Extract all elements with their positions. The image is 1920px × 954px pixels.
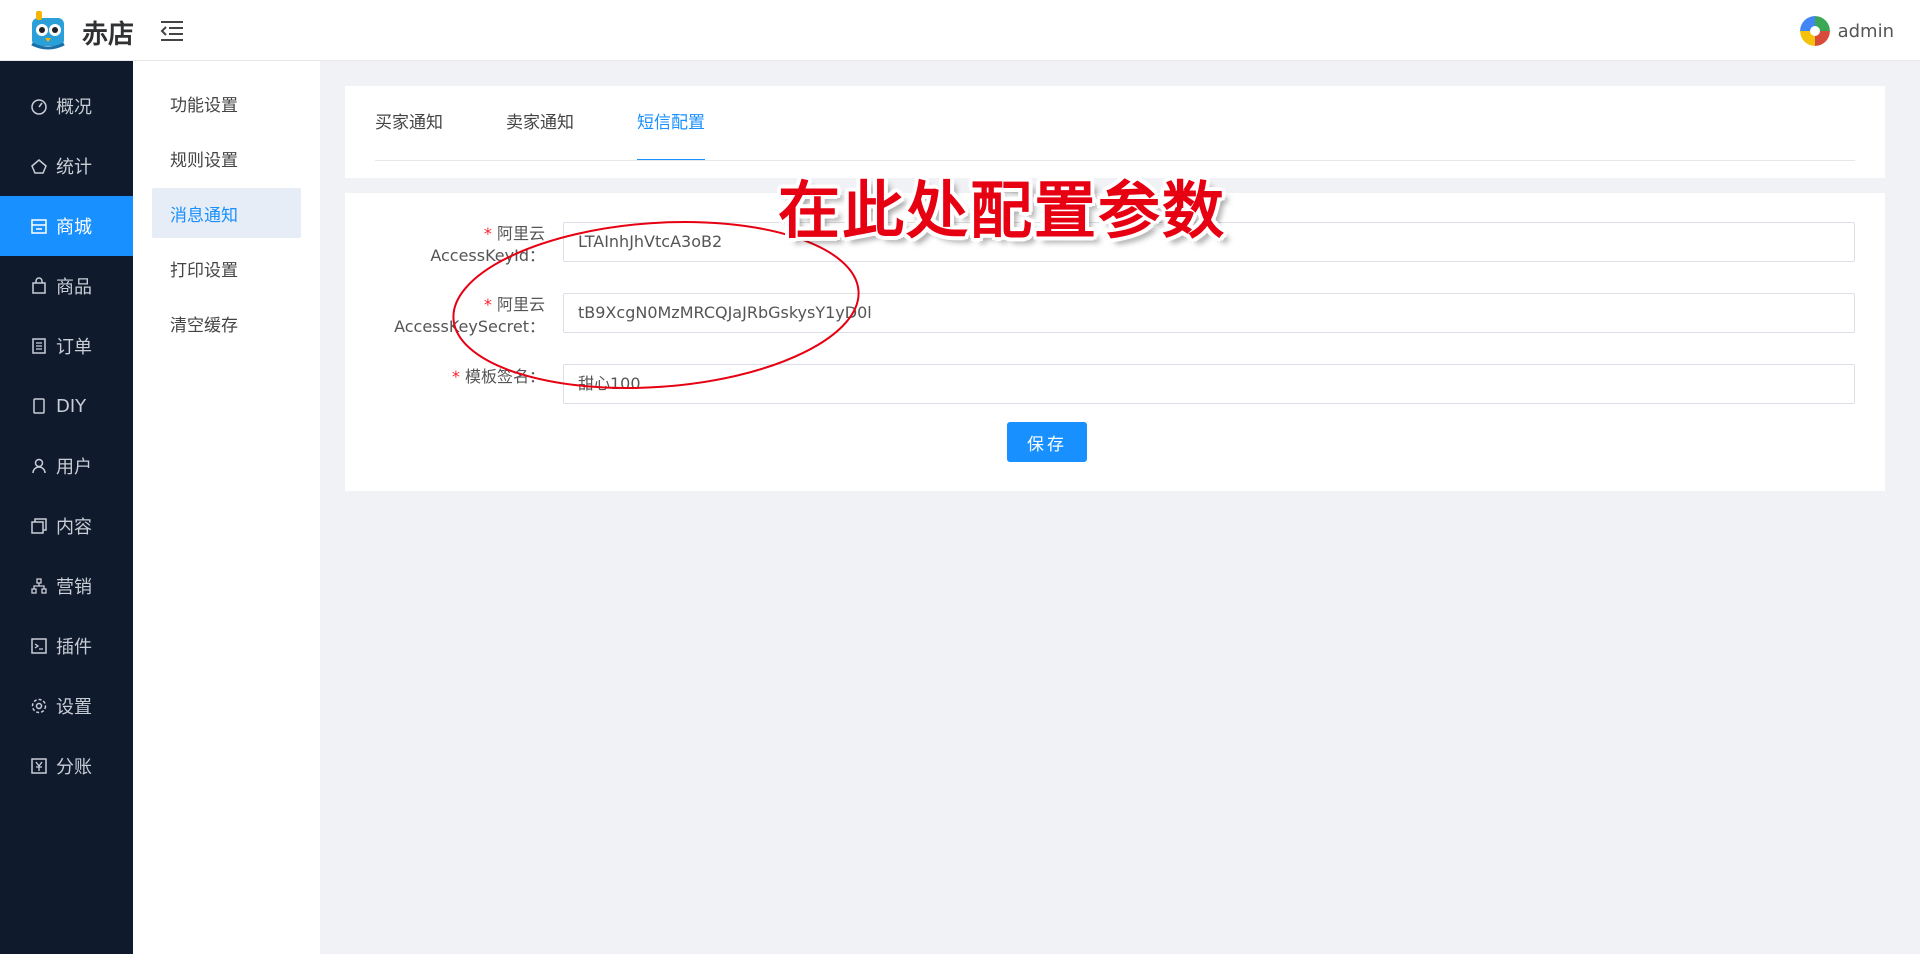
sidebar-item-orders[interactable]: 订单 [0,316,133,376]
store-icon [31,219,47,234]
tab-sms-config[interactable]: 短信配置 [637,86,705,161]
sidebar-item-label: 统计 [56,157,92,178]
tab-buyer-notice[interactable]: 买家通知 [375,86,443,161]
submenu-item-function-settings[interactable]: 功能设置 [152,78,301,128]
sidebar-item-diy[interactable]: DIY [0,376,133,436]
sidebar-item-settings[interactable]: 设置 [0,676,133,736]
brand-name: 赤店 [82,20,135,50]
sidebar-item-label: 订单 [56,337,92,358]
sidebar-item-label: 设置 [56,697,92,718]
sidebar-item-label: 营销 [56,577,92,598]
user-icon [32,458,46,474]
submenu-item-notifications[interactable]: 消息通知 [152,188,301,238]
sidebar-item-store[interactable]: 商城 [0,196,133,256]
sidebar-item-label: 商城 [56,217,92,238]
sidebar-item-marketing[interactable]: 营销 [0,556,133,616]
network-icon [31,578,47,594]
sidebar-item-stats[interactable]: 统计 [0,136,133,196]
dashboard-icon [31,99,47,115]
sidebar-item-split[interactable]: 分账 [0,736,133,796]
sidebar-item-content[interactable]: 内容 [0,496,133,556]
avatar [1799,16,1830,46]
plugin-icon [31,638,47,654]
main-sidebar: 概况 统计 商城 商品 订单 DIY 用户 内容 营销 插件 设置 分账 [0,61,133,954]
submenu-item-rule-settings[interactable]: 规则设置 [152,133,301,183]
phone-icon [33,398,45,414]
order-icon [32,338,46,354]
top-header: 赤店 admin [0,0,1920,61]
sidebar-item-label: DIY [56,395,87,417]
yen-icon [31,758,47,774]
sidebar-item-goods[interactable]: 商品 [0,256,133,316]
sidebar-item-label: 分账 [56,757,92,778]
submenu-item-print-settings[interactable]: 打印设置 [152,243,301,293]
chart-icon [31,159,47,174]
page-scrollbar[interactable] [1910,61,1920,954]
sidebar-item-label: 概况 [56,97,92,118]
gear-icon [31,698,47,714]
bag-icon [32,277,46,294]
sidebar-item-label: 商品 [56,277,92,298]
sidebar-item-label: 内容 [56,517,92,538]
logo-icon [31,11,65,50]
submenu-item-clear-cache[interactable]: 清空缓存 [152,298,301,348]
content-icon [31,518,47,534]
user-name: admin [1837,20,1894,42]
annotation-text: 在此处配置参数 [778,174,1227,247]
menu-collapse-icon[interactable] [159,19,185,43]
sidebar-item-overview[interactable]: 概况 [0,76,133,136]
user-menu[interactable]: admin [1799,16,1894,46]
sidebar-item-plugins[interactable]: 插件 [0,616,133,676]
sub-sidebar: 功能设置 规则设置 消息通知 打印设置 清空缓存 [133,61,320,954]
sidebar-item-label: 用户 [56,457,92,478]
tab-seller-notice[interactable]: 卖家通知 [506,86,574,161]
save-button[interactable]: 保存 [1007,422,1087,462]
sidebar-item-label: 插件 [56,637,92,658]
sidebar-item-users[interactable]: 用户 [0,436,133,496]
